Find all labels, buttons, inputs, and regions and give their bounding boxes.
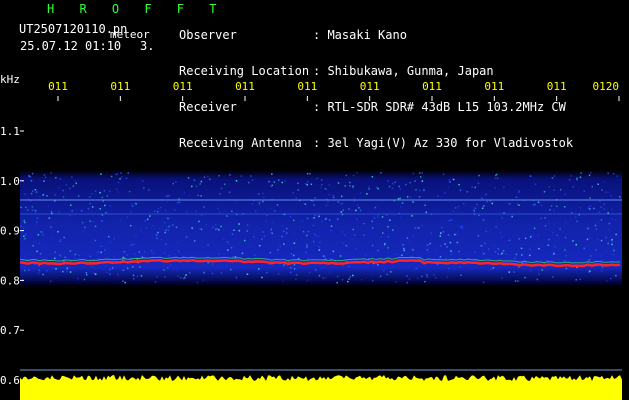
time-tick-label: 011 bbox=[360, 80, 380, 93]
time-tick-label: 011 bbox=[235, 80, 255, 93]
time-tick-label: 011 bbox=[110, 80, 130, 93]
y-tick-label: 1.1 bbox=[0, 125, 20, 138]
time-tick-label: 011 bbox=[48, 80, 68, 93]
time-tick-label: 011 bbox=[422, 80, 442, 93]
y-tick-label: 1.0 bbox=[0, 175, 20, 188]
y-tick-label: 0.8 bbox=[0, 274, 20, 287]
time-axis: 011 011 011 011 011 011 011 011 011 0120 bbox=[48, 80, 620, 101]
time-tick-label: 011 bbox=[173, 80, 193, 93]
time-tick-label: 0120 bbox=[593, 80, 620, 93]
time-tick-label: 011 bbox=[484, 80, 504, 93]
y-unit-label: kHz bbox=[0, 73, 20, 86]
y-tick-label: 0.6 bbox=[0, 374, 20, 387]
y-tick-label: 0.9 bbox=[0, 225, 20, 238]
time-tick-label: 011 bbox=[297, 80, 317, 93]
spectrogram-plot: kHz 1.11.00.90.80.70.6 011 011 011 011 011 01… bbox=[0, 73, 622, 400]
time-tick-label: 011 bbox=[547, 80, 567, 93]
y-tick-label: 0.7 bbox=[0, 324, 20, 337]
power-bar bbox=[20, 375, 622, 400]
